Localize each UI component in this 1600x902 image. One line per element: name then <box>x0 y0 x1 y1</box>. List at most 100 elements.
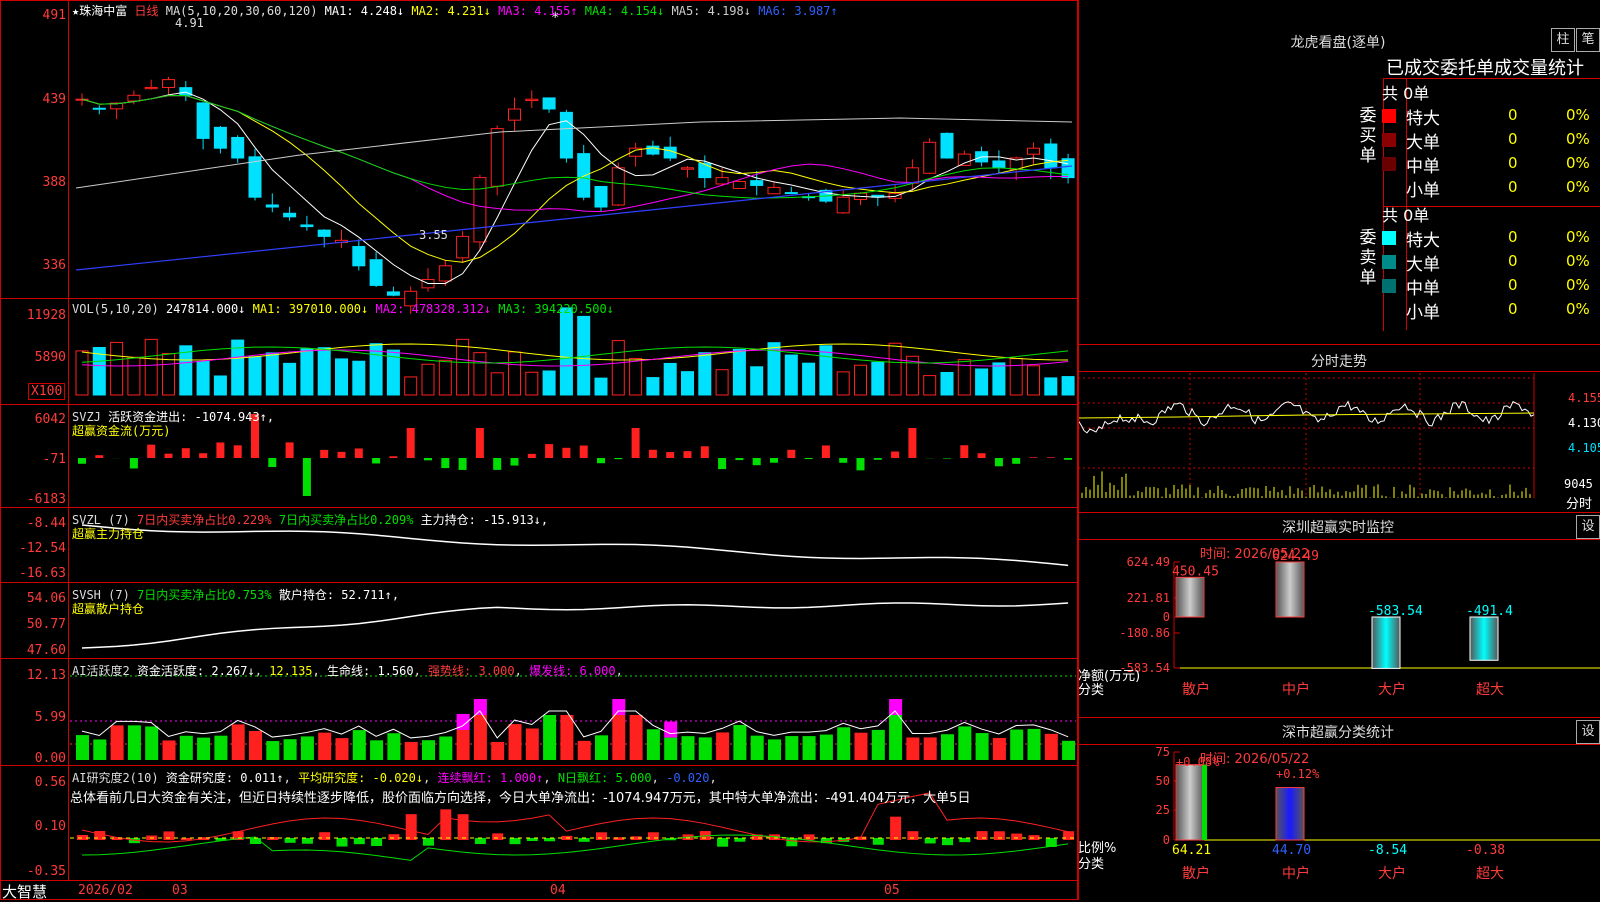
y-tick-0: 624.49 <box>1127 555 1170 569</box>
svzj-bar <box>182 448 190 458</box>
vol-bar <box>785 355 797 395</box>
ai2-tick-1: 0.10 <box>2 819 66 834</box>
svzj-bar <box>234 445 242 458</box>
ai1-bar <box>526 728 539 760</box>
vol-bar <box>1028 366 1040 395</box>
ai1-bar <box>612 715 625 760</box>
ai2-header: AI研究度2(10) 资金研究度: 0.011↑, 平均研究度: -0.020↓… <box>72 769 717 786</box>
top-label-1: +0.12% <box>1276 767 1320 781</box>
fenshi-title: 分时走势 <box>1078 351 1600 371</box>
vol-bar <box>1062 377 1074 395</box>
ai2-bar <box>440 809 451 840</box>
ai2-bar <box>579 838 590 842</box>
ai1-bar <box>716 732 729 760</box>
svzj-bar <box>545 444 553 458</box>
ai2-bar <box>492 833 503 840</box>
candle-body <box>768 187 780 193</box>
stock-name[interactable]: ★珠海中富 <box>72 4 127 18</box>
ai2-bar <box>510 838 521 844</box>
ai1-a: 资金活跃度: 2.267↓ <box>137 664 255 678</box>
candle-body <box>924 142 936 173</box>
ai1-bar <box>93 739 106 760</box>
svzj-bar <box>614 458 622 459</box>
svzj-bar <box>908 428 916 458</box>
svzj-bar <box>528 454 536 458</box>
candle-body <box>837 197 849 213</box>
ai1-bar <box>837 727 850 760</box>
sz-class-chart[interactable]: 755025064.21散户44.70中户-8.54大户-0.38超大+0.08… <box>1078 720 1600 900</box>
bar-mode-button[interactable]: 柱 <box>1551 28 1575 52</box>
dragon-buy-row-name-0: 特大 <box>1406 104 1440 129</box>
ai1-peak <box>612 699 625 715</box>
vol-bar <box>111 342 123 395</box>
candle-body <box>509 109 521 120</box>
xaxis-label-3: 05 <box>884 883 900 898</box>
ai2-bar <box>94 831 105 840</box>
vol-unit: X100 <box>28 383 65 400</box>
svzj-bar <box>891 452 899 458</box>
brand-label: 大智慧 <box>2 881 47 902</box>
vol-bar <box>336 359 348 395</box>
svzj-bar <box>735 458 743 460</box>
ai1-bar <box>733 725 746 760</box>
ai1-bar <box>595 735 608 760</box>
svzj-bar <box>684 451 692 458</box>
bar-value-0: 450.45 <box>1172 564 1219 579</box>
ai1-b: 12.135 <box>269 664 312 678</box>
tick-mode-button[interactable]: 笔 <box>1576 28 1600 52</box>
ai1-bar <box>993 738 1006 760</box>
y-tick-2: 25 <box>1156 803 1170 817</box>
bar-2 <box>1372 617 1400 668</box>
ai1-bar <box>474 715 487 760</box>
ai1-bar <box>76 735 89 760</box>
svzl-sub: 超赢主力持仓 <box>72 525 144 542</box>
svzj-bar <box>372 458 380 463</box>
ai2-bar <box>337 838 348 847</box>
fenshi-chart[interactable] <box>1078 373 1600 513</box>
candle-body <box>301 225 313 227</box>
bar-value-2: -583.54 <box>1368 604 1423 619</box>
ai1-bar <box>664 738 677 760</box>
candle-body <box>214 127 226 148</box>
svzj-bar <box>286 442 294 458</box>
svsh-tick-0: 54.06 <box>2 591 66 606</box>
ai1-bar <box>301 736 314 760</box>
chart-canvas[interactable]: * <box>0 0 1078 900</box>
candle-body <box>543 98 555 109</box>
dragon-buy-row-value-0: 0 <box>1508 106 1518 124</box>
ai2-bar <box>458 814 469 840</box>
candle-body <box>439 266 451 281</box>
ai1-bar <box>976 733 989 760</box>
svzl-tick-0: -8.44 <box>2 516 66 531</box>
ai1-bar <box>387 733 400 760</box>
ma-line-3 <box>82 96 1068 199</box>
ai1-line <box>82 711 1068 738</box>
dragon-sell-row-value-3: 0 <box>1508 300 1518 318</box>
vol-bar <box>318 348 330 395</box>
ai1-bar <box>405 742 418 760</box>
candle-body <box>387 292 399 295</box>
ai1-bar <box>232 724 245 760</box>
svzj-bar <box>1012 458 1020 464</box>
svzj-bar <box>511 458 519 466</box>
dragon-sell-row-pct-1: 0% <box>1566 252 1590 270</box>
svzj-bar <box>78 458 86 464</box>
period-label[interactable]: 日线 <box>134 4 158 18</box>
candle-body <box>941 133 953 158</box>
category-2: 大户 <box>1378 681 1406 698</box>
ai1-bar <box>699 737 712 760</box>
ai1-e: 爆发线: 6.000 <box>529 664 616 678</box>
ai1-bar <box>958 726 971 760</box>
ai2-c: 连续飘红: 1.000↑ <box>438 771 544 785</box>
svsh-sub: 超赢散户持仓 <box>72 600 144 617</box>
vol-bar <box>976 369 988 395</box>
bar-value-3: -0.38 <box>1466 843 1505 858</box>
y-tick-3: 0 <box>1163 833 1170 847</box>
ai1-header: AI活跃度2 资金活跃度: 2.267↓, 12.135, 生命线: 1.560… <box>72 662 623 679</box>
candle-body <box>1045 144 1057 168</box>
ai1-bar <box>543 715 556 760</box>
dragon-buy-row-name-2: 中单 <box>1406 152 1440 177</box>
ai2-bar <box>1063 831 1074 840</box>
sz-monitor-chart[interactable]: 624.49221.810-180.86-583.54450.45散户624.4… <box>1078 528 1600 718</box>
kline-tick-2: 388 <box>2 175 66 190</box>
